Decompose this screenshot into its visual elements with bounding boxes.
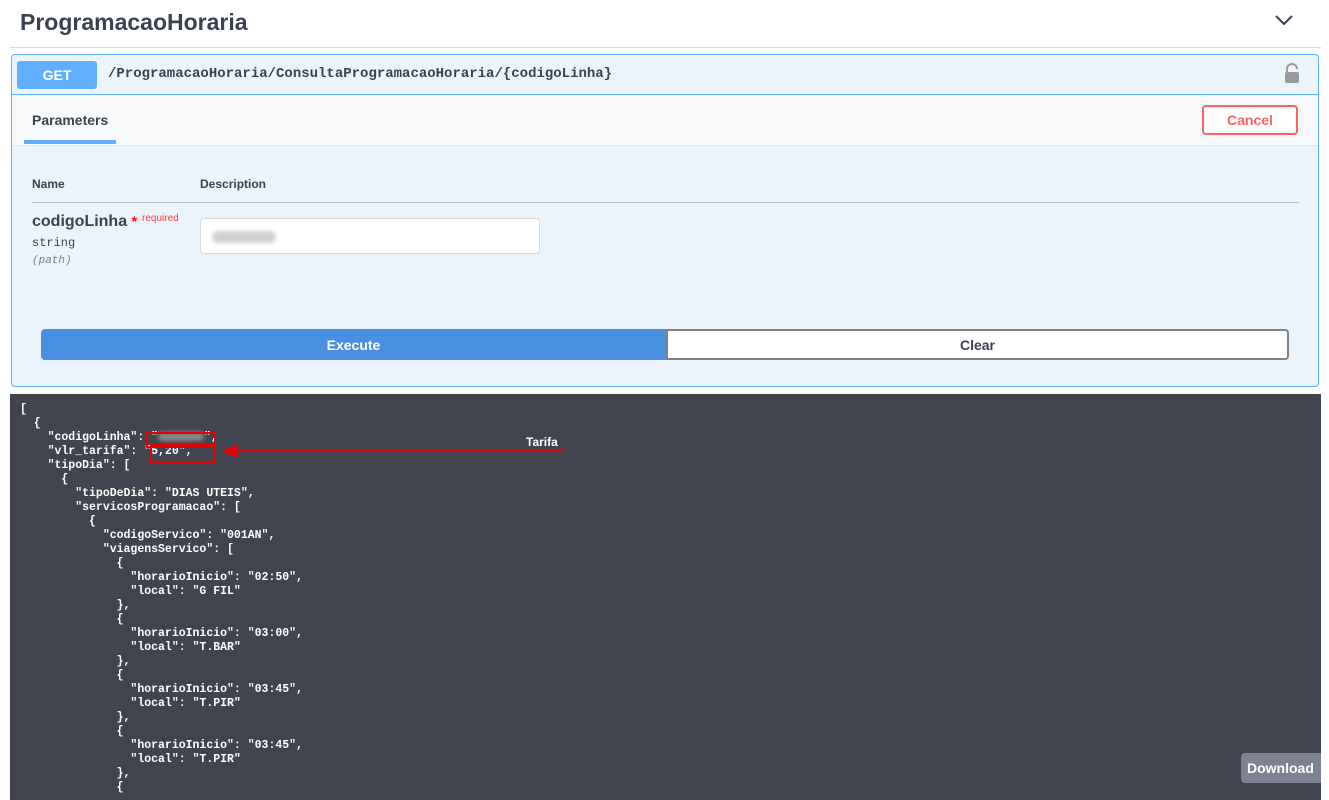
- redacted-input-value: [212, 231, 276, 243]
- endpoint-path: /ProgramacaoHoraria/ConsultaProgramacaoH…: [108, 66, 613, 82]
- section-header[interactable]: ProgramacaoHoraria: [10, 0, 1321, 48]
- unlocked-lock-icon[interactable]: [1283, 63, 1301, 85]
- json-body: { "tipoDeDia": "DIAS UTEIS", "servicosPr…: [61, 473, 303, 794]
- annotation-label: Tarifa: [526, 435, 558, 449]
- section-title: ProgramacaoHoraria: [20, 9, 248, 35]
- parameters-header: Parameters Cancel: [12, 96, 1318, 146]
- parameter-name: codigoLinha *: [32, 213, 137, 231]
- json-line: [: [20, 403, 27, 416]
- parameter-type: string: [32, 236, 76, 250]
- cancel-button[interactable]: Cancel: [1202, 105, 1298, 135]
- column-divider: [32, 202, 1299, 203]
- column-header-name: Name: [32, 177, 65, 191]
- response-body[interactable]: [ { "codigoLinha": " ", "vlr_tarifa": "5,…: [10, 394, 1321, 800]
- execute-button-group: Execute Clear: [41, 329, 1290, 360]
- http-method-badge: GET: [17, 61, 97, 89]
- operation-block: GET /ProgramacaoHoraria/ConsultaPrograma…: [11, 54, 1319, 387]
- operation-summary[interactable]: GET /ProgramacaoHoraria/ConsultaPrograma…: [12, 55, 1318, 95]
- tab-parameters[interactable]: Parameters: [32, 112, 108, 128]
- clear-button[interactable]: Clear: [666, 329, 1289, 360]
- json-line: "codigoLinha": ": [20, 431, 159, 444]
- json-line: "tipoDia": [: [20, 459, 131, 472]
- column-header-description: Description: [200, 177, 267, 191]
- parameter-location: (path): [32, 255, 72, 267]
- annotation-arrow: [222, 444, 564, 458]
- json-line: {: [20, 417, 41, 430]
- codigo-linha-input[interactable]: [200, 218, 540, 254]
- required-star: *: [131, 213, 138, 229]
- annotation-box-tarifa: [150, 444, 216, 464]
- download-button[interactable]: Download: [1241, 753, 1321, 783]
- execute-button[interactable]: Execute: [41, 329, 666, 360]
- active-tab-indicator: [24, 140, 116, 144]
- parameter-name-text: codigoLinha: [32, 213, 128, 230]
- chevron-down-icon[interactable]: [1275, 14, 1293, 26]
- required-label: required: [142, 213, 179, 224]
